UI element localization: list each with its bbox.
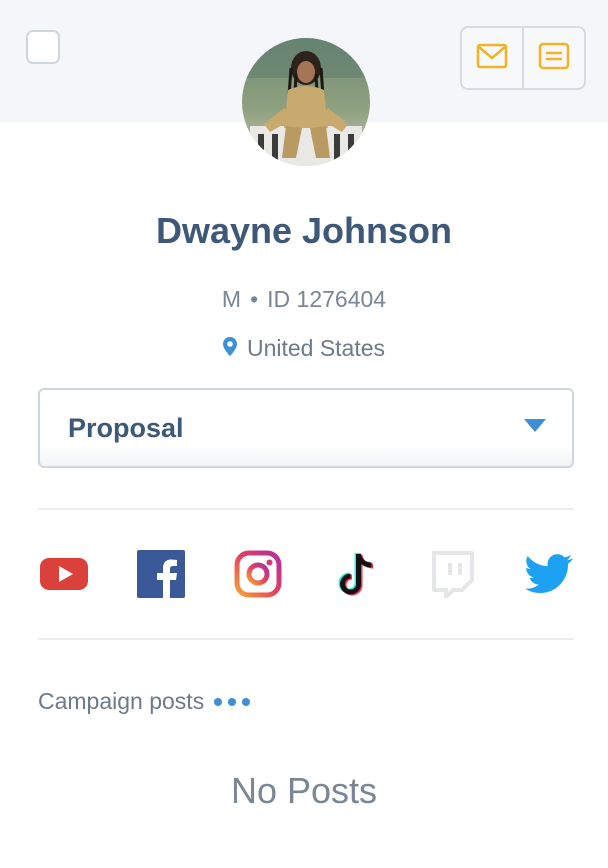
facebook-icon[interactable] <box>135 548 187 600</box>
status-dropdown-value: Proposal <box>68 412 184 443</box>
gender-label: M <box>221 286 242 312</box>
profile-meta: M • ID 1276404 <box>0 286 608 313</box>
profile-name: Dwayne Johnson <box>155 210 453 251</box>
tiktok-icon[interactable] <box>329 548 381 600</box>
twitter-icon[interactable] <box>523 548 575 600</box>
campaign-posts-label: Campaign posts <box>38 688 205 714</box>
mail-icon <box>476 43 508 74</box>
action-button-group <box>460 26 586 90</box>
avatar[interactable] <box>242 38 370 166</box>
instagram-icon[interactable] <box>232 548 284 600</box>
profile-id: ID 1276404 <box>267 286 387 312</box>
campaign-posts-header: Campaign posts <box>38 688 251 715</box>
more-options-icon[interactable] <box>214 697 251 706</box>
profile-location: United States <box>0 335 608 362</box>
location-text: United States <box>246 335 386 361</box>
divider <box>38 638 574 640</box>
empty-posts-message: No Posts <box>230 770 378 811</box>
divider <box>38 508 574 510</box>
view-notes-button[interactable] <box>522 28 584 88</box>
notes-icon <box>538 42 570 75</box>
select-checkbox[interactable] <box>26 30 60 64</box>
youtube-icon[interactable] <box>38 548 90 600</box>
social-links <box>38 548 574 600</box>
location-pin-icon <box>222 335 237 362</box>
send-message-button[interactable] <box>462 28 522 88</box>
status-dropdown[interactable]: Proposal <box>38 388 574 468</box>
meta-separator: • <box>250 286 259 312</box>
chevron-down-icon <box>524 419 546 437</box>
twitch-icon[interactable] <box>426 548 478 600</box>
